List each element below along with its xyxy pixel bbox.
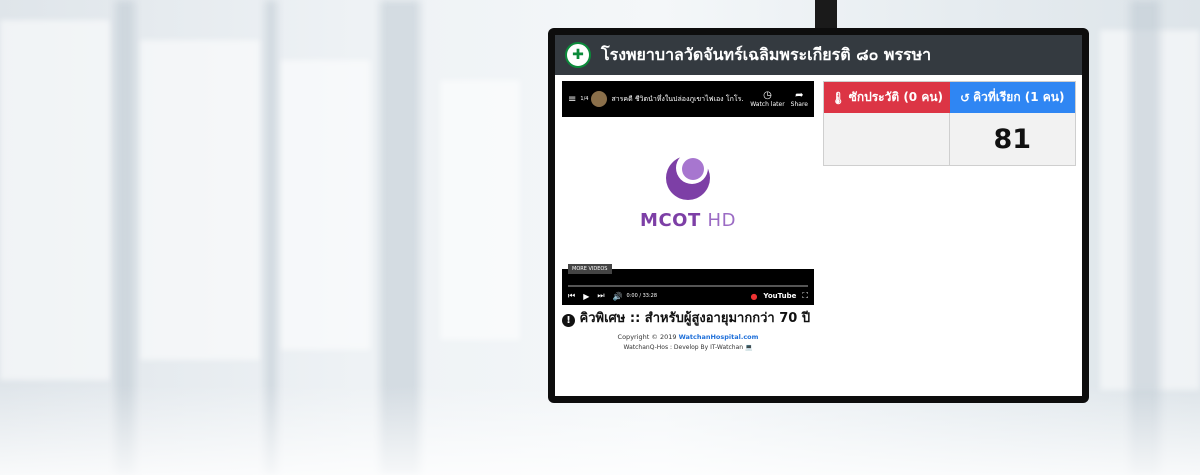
video-frame[interactable]: MCOT HD <box>562 117 814 269</box>
called-queue-label: คิวที่เรียก (1 คน) <box>973 90 1065 104</box>
site-link[interactable]: WatchanHospital.com <box>679 333 759 341</box>
notice-text: คิวพิเศษ :: สำหรับผู้สูงอายุมากกว่า 70 ป… <box>579 311 814 326</box>
copyright-text: Copyright © 2019 <box>617 333 677 341</box>
mcot-logo-icon <box>666 151 710 200</box>
play-icon[interactable]: ▶ <box>583 292 589 301</box>
special-queue-notice: ! คิวพิเศษ :: สำหรับผู้สูงอายุมากกว่า 70… <box>562 307 814 328</box>
share-label: Share <box>790 101 808 108</box>
video-progress-bar[interactable] <box>568 285 808 287</box>
hospital-name: โรงพยาบาลวัดจันทร์เฉลิมพระเกียรติ ๘๐ พรร… <box>601 44 932 64</box>
video-player[interactable]: ≡ 1/4 สารคดี ชีวิตนำหึ่งในปล่องภูเขาไฟเอ… <box>562 81 814 305</box>
previous-icon[interactable]: ⏮ <box>568 291 575 301</box>
video-time: 0:00 / 33:28 <box>626 293 658 299</box>
monitor-mount-pole <box>815 0 837 30</box>
copyright-line: Copyright © 2019 WatchanHospital.com <box>562 333 814 341</box>
video-topbar: ≡ 1/4 สารคดี ชีวิตนำหึ่งในปล่องภูเขาไฟเอ… <box>562 81 814 117</box>
channel-avatar[interactable] <box>591 91 608 107</box>
next-icon[interactable]: ⏭ <box>597 291 604 301</box>
history-taking-header: 🌡 ซักประวัติ (0 คน) <box>824 82 950 113</box>
playlist-counter: 1/4 <box>580 96 589 102</box>
history-taking-label: ซักประวัติ (0 คน) <box>848 90 944 104</box>
clock-icon: ◷ <box>763 90 772 101</box>
share-button[interactable]: ➦ Share <box>791 90 808 108</box>
queue-table: 🌡 ซักประวัติ (0 คน) ↺ คิวที่เรียก (1 คน)… <box>823 81 1076 166</box>
header-bar: ✚ โรงพยาบาลวัดจันทร์เฉลิมพระเกียรติ ๘๐ พ… <box>555 35 1082 75</box>
watch-later-button[interactable]: ◷ Watch later <box>750 90 784 108</box>
share-icon: ➦ <box>795 90 804 101</box>
queue-screen: ✚ โรงพยาบาลวัดจันทร์เฉลิมพระเกียรติ ๘๐ พ… <box>555 35 1082 396</box>
mcot-brand-main: MCOT <box>640 209 701 231</box>
thermometer-icon: 🌡 <box>830 90 846 105</box>
called-queue-header: ↺ คิวที่เรียก (1 คน) <box>949 82 1075 113</box>
developer-credit: WatchanQ-Hos : Develop By IT-Watchan 💻 <box>623 344 753 351</box>
video-title[interactable]: สารคดี ชีวิตนำหึ่งในปล่องภูเขาไฟเอง โกโร… <box>611 94 744 105</box>
watch-later-label: Watch later <box>750 101 785 108</box>
mcot-brand-hd: HD <box>707 209 736 231</box>
youtube-logo[interactable]: YouTube <box>763 292 796 300</box>
hospital-emblem-icon: ✚ <box>565 42 591 68</box>
fullscreen-icon[interactable]: ⛶ <box>802 291 808 301</box>
history-taking-value <box>824 113 950 165</box>
called-queue-number: 81 <box>949 113 1075 165</box>
display-monitor: ✚ โรงพยาบาลวัดจันทร์เฉลิมพระเกียรติ ๘๐ พ… <box>548 28 1089 403</box>
autoplay-icon[interactable]: ● <box>750 292 757 301</box>
volume-icon[interactable]: 🔊 <box>613 292 623 301</box>
playlist-icon[interactable]: ≡ <box>568 94 576 105</box>
video-controls-bar: ⏮ ▶ ⏭ 🔊 0:00 / 33:28 ● YouTube ⛶ <box>562 271 814 305</box>
mcot-brand: MCOT HD <box>640 210 736 231</box>
history-icon: ↺ <box>960 90 971 105</box>
exclamation-icon: ! <box>562 314 575 327</box>
